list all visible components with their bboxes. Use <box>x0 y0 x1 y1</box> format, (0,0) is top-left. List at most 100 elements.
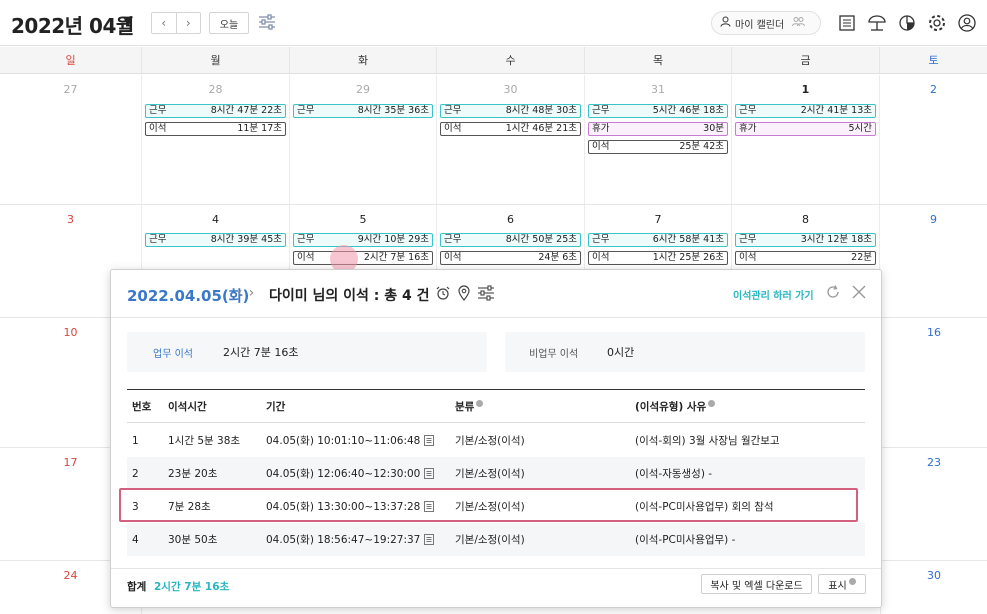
col-category: 분류 <box>455 390 484 422</box>
refresh-icon[interactable] <box>825 284 841 300</box>
month-title[interactable]: 2022년 04월 <box>11 10 134 39</box>
display-button[interactable]: 표시 <box>818 574 866 594</box>
account-icon[interactable] <box>957 13 977 33</box>
prev-day-button[interactable]: ‹ <box>237 285 249 301</box>
work-event[interactable]: 근무 9시간 10분 29초 <box>293 233 433 247</box>
away-event[interactable]: 이석 22분 <box>735 251 876 265</box>
away-event[interactable]: 이석 2시간 7분 16초 <box>293 251 433 265</box>
weekday-mon: 월 <box>142 47 290 73</box>
day-number: 8 <box>802 213 809 226</box>
total-value: 2시간 7분 16초 <box>154 581 230 593</box>
close-icon[interactable] <box>851 284 867 300</box>
memo-icon[interactable] <box>424 468 435 479</box>
away-event[interactable]: 이석 1시간 46분 21초 <box>440 122 581 136</box>
my-calendar-toggle[interactable]: 마이 캘린더 <box>711 11 821 35</box>
alarm-clock-icon[interactable] <box>435 285 451 301</box>
table-header: 번호 이석시간 기간 분류 (이석유형) 사유 <box>127 390 865 423</box>
work-event[interactable]: 근무 8시간 50분 25초 <box>440 233 581 247</box>
list-view-icon[interactable] <box>837 13 857 33</box>
today-button[interactable]: 오늘 <box>209 12 249 34</box>
group-users-icon[interactable] <box>792 16 806 30</box>
day-number: 30 <box>927 569 941 582</box>
work-event[interactable]: 근무 8시간 48분 30초 <box>440 104 581 118</box>
filter-sliders-icon[interactable] <box>258 14 276 30</box>
day-cell[interactable]: 16 <box>880 318 987 447</box>
day-cell[interactable]: 2 <box>880 75 987 204</box>
day-cell[interactable]: 23 <box>880 448 987 560</box>
day-cell[interactable]: 31 근무 5시간 46분 18초 휴가 30분 이석 25분 42초 <box>585 75 732 204</box>
row-duration: 23분 20초 <box>168 468 218 480</box>
day-number: 2 <box>930 83 937 96</box>
away-event[interactable]: 이석 25분 42초 <box>588 140 728 154</box>
info-icon <box>848 577 856 585</box>
work-event[interactable]: 근무 8시간 47분 22초 <box>145 104 286 118</box>
weekday-wed: 수 <box>437 47 585 73</box>
leave-event[interactable]: 휴가 30분 <box>588 122 728 136</box>
popup-date: 2022.04.05(화) <box>127 287 250 305</box>
away-event[interactable]: 이석 24분 6초 <box>440 251 581 265</box>
leave-event[interactable]: 휴가 5시간 <box>735 122 876 136</box>
away-detail-popup: 2022.04.05(화) ‹› 다이미 님의 이석 : 총 4 건 이석관리 … <box>110 269 882 608</box>
day-cell[interactable]: 9 <box>880 205 987 317</box>
popup-header: 2022.04.05(화) ‹› 다이미 님의 이석 : 총 4 건 이석관리 … <box>111 270 881 318</box>
settings-gear-icon[interactable] <box>927 13 947 33</box>
day-cell[interactable]: 1 근무 2시간 41분 13초 휴가 5시간 <box>732 75 880 204</box>
row-reason: (이석-PC미사용업무) - <box>635 534 736 546</box>
work-event[interactable]: 근무 6시간 58분 41초 <box>588 233 728 247</box>
away-management-link[interactable]: 이석관리 하러 가기 <box>733 287 814 302</box>
work-event[interactable]: 근무 8시간 39분 45초 <box>145 233 286 247</box>
away-event[interactable]: 이석 1시간 25분 26초 <box>588 251 728 265</box>
day-cell[interactable]: 28 근무 8시간 47분 22초 이석 11분 17초 <box>142 75 290 204</box>
work-away-summary: 업무 이석 2시간 7분 16초 <box>127 332 487 372</box>
day-cell[interactable]: 30 근무 8시간 48분 30초 이석 1시간 46분 21초 <box>437 75 585 204</box>
prev-month-button[interactable]: ‹ <box>152 13 176 33</box>
work-event[interactable]: 근무 2시간 41분 13초 <box>735 104 876 118</box>
col-number: 번호 <box>132 400 152 413</box>
work-event[interactable]: 근무 5시간 46분 18초 <box>588 104 728 118</box>
weekday-thu: 목 <box>585 47 732 73</box>
row-reason: (이석-자동생성) - <box>635 468 713 480</box>
caret-down-icon[interactable]: ▼ <box>123 14 133 29</box>
row-number: 1 <box>132 434 139 447</box>
row-period: 04.05(화) 10:01:10~11:06:48 <box>266 424 435 457</box>
row-category: 기본/소정(이석) <box>455 534 525 546</box>
col-period: 기간 <box>266 400 286 413</box>
next-day-button[interactable]: › <box>249 285 261 301</box>
week-row-1: 27 28 근무 8시간 47분 22초 이석 11분 17초 29 근무 8시간 3… <box>0 75 987 205</box>
popup-icon-group <box>435 285 495 301</box>
day-cell[interactable]: 30 <box>880 561 987 614</box>
month-nav: ‹ › <box>151 12 201 34</box>
day-number: 3 <box>67 213 74 226</box>
day-cell[interactable]: 27 <box>0 75 142 204</box>
table-row[interactable]: 1 1시간 5분 38초 04.05(화) 10:01:10~11:06:48 … <box>127 424 865 457</box>
day-number: 29 <box>356 83 370 96</box>
copy-excel-download-button[interactable]: 복사 및 엑셀 다운로드 <box>701 574 812 594</box>
row-category: 기본/소정(이석) <box>455 468 525 480</box>
table-row[interactable]: 4 30분 50초 04.05(화) 18:56:47~19:27:37 기본/… <box>127 523 865 556</box>
nonwork-away-label: 비업무 이석 <box>529 348 579 360</box>
weekday-sun: 일 <box>0 47 142 73</box>
work-event[interactable]: 근무 8시간 35분 36초 <box>293 104 433 118</box>
next-month-button[interactable]: › <box>175 13 201 33</box>
day-number: 27 <box>63 83 78 96</box>
away-event[interactable]: 이석 11분 17초 <box>145 122 286 136</box>
weekday-tue: 화 <box>290 47 437 73</box>
day-number: 16 <box>927 326 941 339</box>
day-number: 1 <box>801 83 810 96</box>
memo-icon[interactable] <box>424 534 435 545</box>
work-event[interactable]: 근무 3시간 12분 18초 <box>735 233 876 247</box>
memo-icon[interactable] <box>424 435 435 446</box>
day-cell[interactable]: 29 근무 8시간 35분 36초 <box>290 75 437 204</box>
work-away-label: 업무 이석 <box>153 348 193 360</box>
info-icon[interactable] <box>708 399 716 407</box>
calendar-toolbar: 2022년 04월 ▼ ‹ › 오늘 마이 캘린더 <box>0 0 987 46</box>
user-icon <box>720 16 731 30</box>
vacation-umbrella-icon[interactable] <box>867 13 887 33</box>
filter-sliders-icon[interactable] <box>477 285 495 301</box>
col-reason: (이석유형) 사유 <box>635 390 716 422</box>
table-row[interactable]: 2 23분 20초 04.05(화) 12:06:40~12:30:00 기본/… <box>127 457 865 490</box>
day-number: 6 <box>507 213 514 226</box>
info-icon[interactable] <box>476 399 484 407</box>
statistics-pie-icon[interactable] <box>897 13 917 33</box>
location-pin-icon[interactable] <box>457 285 471 301</box>
